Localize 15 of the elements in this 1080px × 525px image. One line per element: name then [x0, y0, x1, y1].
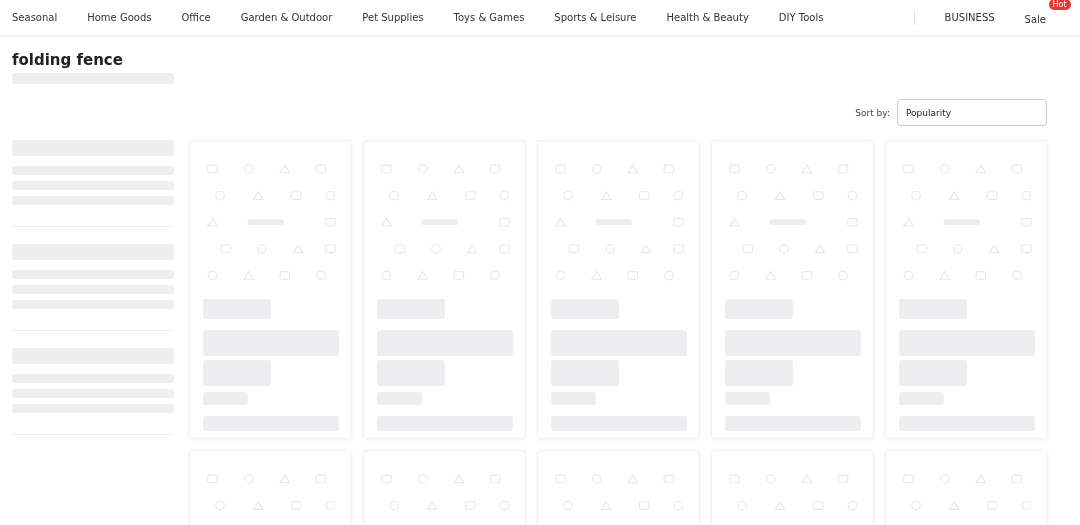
- category-link[interactable]: Garden & Outdoor: [240, 12, 333, 23]
- business-link[interactable]: BUSINESS: [944, 12, 995, 23]
- category-link[interactable]: Office: [181, 12, 211, 23]
- sort-dropdown[interactable]: Popularity: [897, 99, 1047, 126]
- category-link[interactable]: Sports & Leisure: [554, 12, 637, 23]
- category-link[interactable]: Seasonal: [12, 12, 58, 23]
- category-link[interactable]: Health & Beauty: [666, 12, 749, 23]
- category-link[interactable]: Toys & Games: [453, 12, 525, 23]
- category-link[interactable]: Home Goods: [87, 12, 152, 23]
- search-title: folding fence: [12, 50, 124, 70]
- sale-link[interactable]: Sale: [1024, 14, 1046, 25]
- category-link[interactable]: Pet Supplies: [362, 12, 424, 23]
- category-link[interactable]: DIY Tools: [778, 12, 824, 23]
- hot-badge: Hot: [1048, 0, 1071, 10]
- sort-label: Sort by:: [855, 107, 890, 118]
